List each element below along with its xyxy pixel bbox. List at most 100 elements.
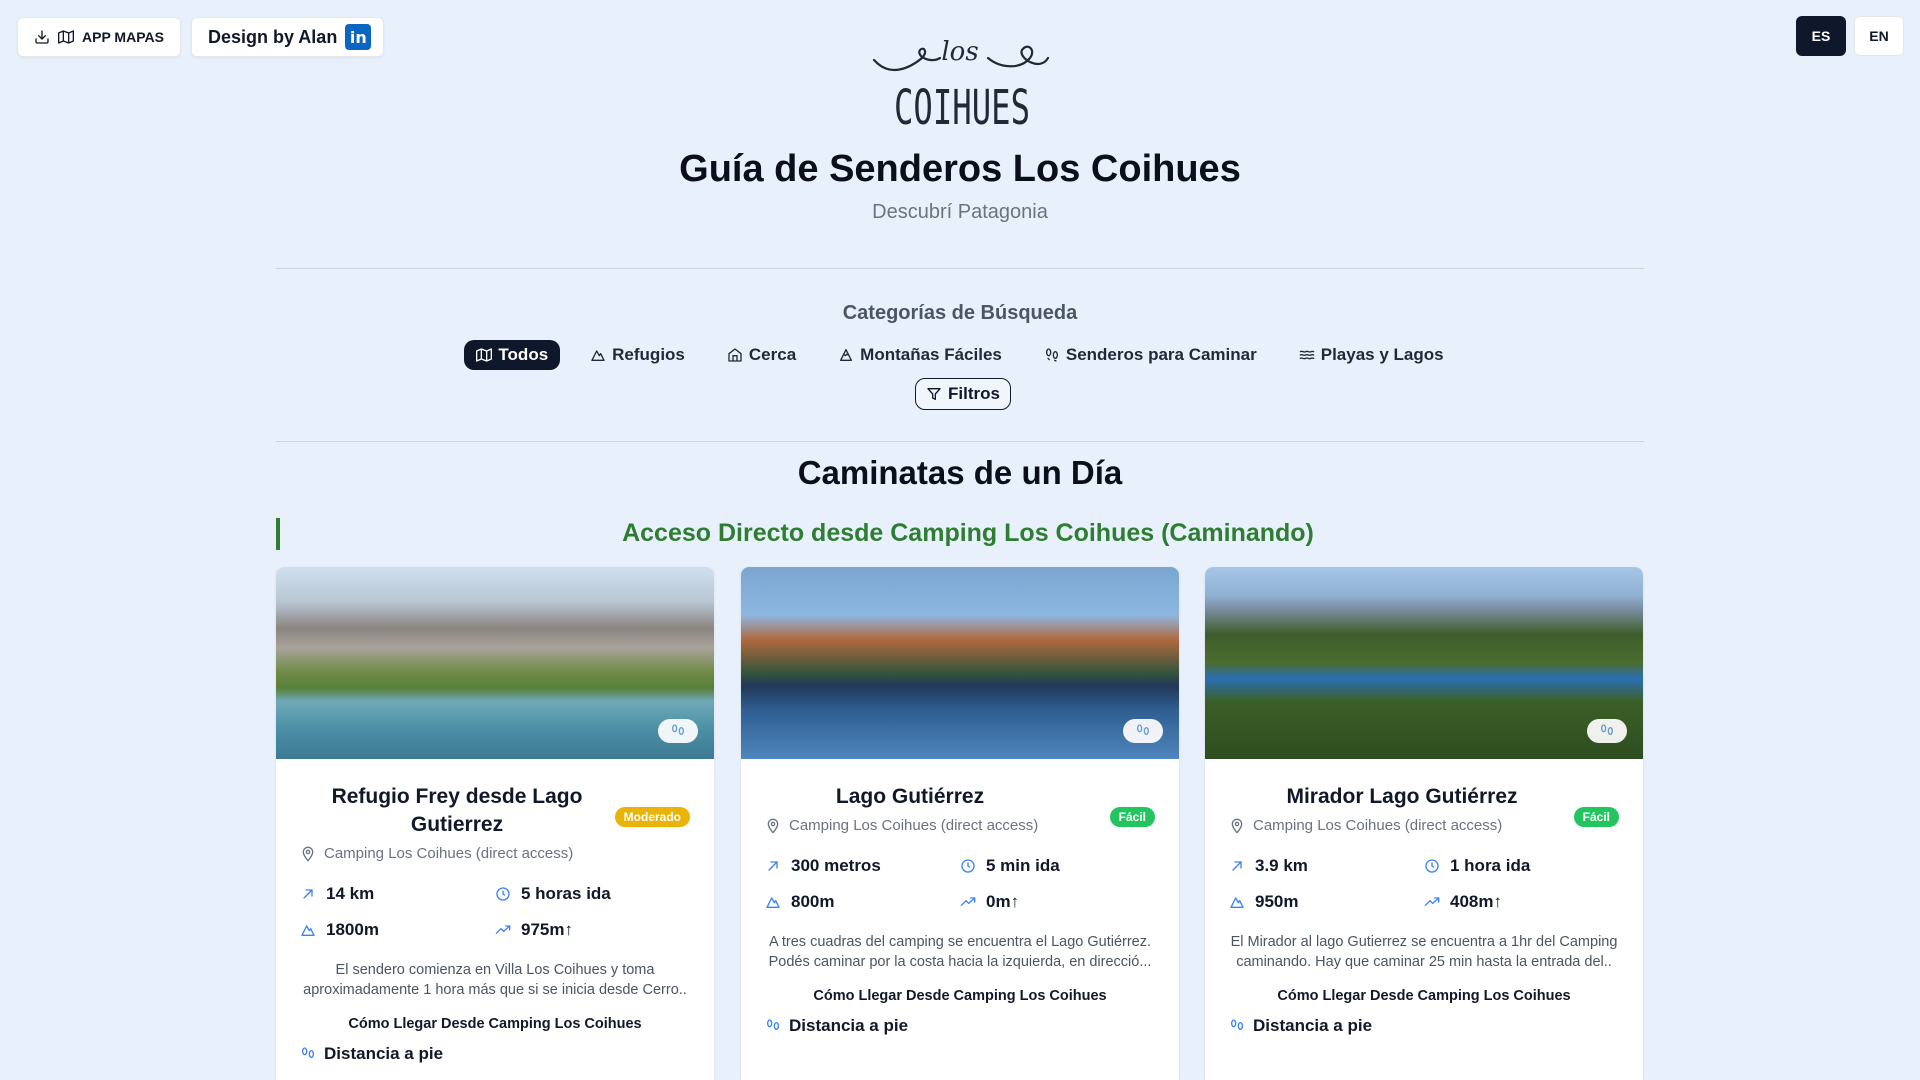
clock-icon xyxy=(961,859,975,873)
category-montanas-faciles[interactable]: Montañas Fáciles xyxy=(826,340,1014,370)
stat-distance: 300 metros xyxy=(765,856,960,876)
pin-icon xyxy=(767,818,779,834)
difficulty-badge: Fácil xyxy=(1109,807,1155,827)
footprints-icon xyxy=(1231,1019,1243,1030)
category-playas-lagos[interactable]: Playas y Lagos xyxy=(1287,340,1456,370)
mountain-icon xyxy=(1230,897,1244,908)
footprints-icon xyxy=(767,1019,779,1030)
download-icon xyxy=(35,30,49,44)
footprints-icon xyxy=(1601,724,1613,735)
waves-icon xyxy=(1299,350,1315,360)
stat-value: 975m↑ xyxy=(521,920,573,939)
stat-altitude: 800m xyxy=(765,892,960,912)
app-mapas-button[interactable]: APP MAPAS xyxy=(17,17,181,57)
stat-elevation: 0m↑ xyxy=(960,892,1155,912)
access-mode: Distancia a pie xyxy=(1205,1016,1643,1036)
stat-value: 300 metros xyxy=(791,856,881,875)
stat-elevation: 975m↑ xyxy=(495,920,690,940)
mountain-icon xyxy=(301,925,315,936)
trail-card[interactable]: Mirador Lago Gutiérrez Fácil Camping Los… xyxy=(1205,567,1643,1080)
trail-card[interactable]: Refugio Frey desde Lago Gutierrez Modera… xyxy=(276,567,714,1080)
stat-time: 1 hora ida xyxy=(1424,856,1619,876)
design-by-label: Design by Alan xyxy=(207,26,338,47)
arrow-up-right-icon xyxy=(768,861,778,871)
linkedin-icon: in xyxy=(345,24,372,50)
divider xyxy=(276,268,1644,269)
los-coihues-logo: los COIHUES xyxy=(872,37,1050,132)
footprints-icon xyxy=(302,1047,314,1058)
access-mode: Distancia a pie xyxy=(276,1044,714,1064)
category-refugios[interactable]: Refugios xyxy=(578,340,697,370)
language-switch: ES EN xyxy=(1796,16,1904,56)
mountain-snow-icon xyxy=(840,349,853,361)
clock-icon xyxy=(1425,859,1439,873)
stat-value: 0m↑ xyxy=(986,892,1020,911)
arrow-up-right-icon xyxy=(303,889,313,899)
access-mode: Distancia a pie xyxy=(741,1016,1179,1036)
pin-icon xyxy=(302,846,314,862)
category-cerca[interactable]: Cerca xyxy=(715,340,808,370)
stat-time: 5 min ida xyxy=(960,856,1155,876)
mountain-icon xyxy=(766,897,780,908)
stat-value: 1800m xyxy=(326,920,379,939)
trail-description: El sendero comienza en Villa Los Coihues… xyxy=(303,962,687,998)
lang-es-button[interactable]: ES xyxy=(1796,16,1846,56)
page-title: Guía de Senderos Los Coihues xyxy=(679,148,1241,190)
subsection-title: Acceso Directo desde Camping Los Coihues… xyxy=(622,519,1314,547)
stat-value: 408m↑ xyxy=(1450,892,1502,911)
difficulty-badge: Fácil xyxy=(1573,807,1619,827)
stat-value: 5 horas ida xyxy=(521,884,611,903)
page-subtitle: Descubrí Patagonia xyxy=(872,201,1048,223)
category-senderos[interactable]: Senderos para Caminar xyxy=(1032,340,1269,370)
stat-value: 1 hora ida xyxy=(1450,856,1531,875)
footprints-badge xyxy=(658,719,698,743)
stat-value: 5 min ida xyxy=(986,856,1060,875)
category-label: Playas y Lagos xyxy=(1320,345,1444,364)
location-text: Camping Los Coihues (direct access) xyxy=(1253,817,1503,834)
location-text: Camping Los Coihues (direct access) xyxy=(324,845,574,862)
stat-value: 14 km xyxy=(326,884,375,903)
card-header: Lago Gutiérrez Fácil xyxy=(741,783,1179,827)
location-text: Camping Los Coihues (direct access) xyxy=(789,817,1039,834)
category-todos[interactable]: Todos xyxy=(464,340,561,370)
stat-elevation: 408m↑ xyxy=(1424,892,1619,912)
stat-value: 950m xyxy=(1255,892,1299,911)
footprints-icon xyxy=(1137,724,1149,735)
arrow-up-right-icon xyxy=(1232,861,1242,871)
section-title: Caminatas de un Día xyxy=(797,454,1123,491)
design-by-button[interactable]: Design by Alan in xyxy=(190,17,385,57)
footprints-badge xyxy=(1587,719,1627,743)
stat-distance: 14 km xyxy=(300,884,495,904)
stat-value: 800m xyxy=(791,892,835,911)
stat-distance: 3.9 km xyxy=(1229,856,1424,876)
difficulty-badge: Moderado xyxy=(614,807,690,827)
app-mapas-label: APP MAPAS xyxy=(82,29,164,45)
howto-heading: Cómo Llegar Desde Camping Los Coihues xyxy=(1277,988,1571,1004)
trending-up-icon xyxy=(960,897,976,906)
category-label: Montañas Fáciles xyxy=(860,345,1002,364)
footprints-icon xyxy=(1045,348,1058,362)
category-label: Cerca xyxy=(748,345,797,364)
map-icon xyxy=(476,348,493,362)
trail-description: A tres cuadras del camping se encuentra … xyxy=(768,934,1152,970)
filters-label: Filtros xyxy=(948,384,1000,403)
access-text: Distancia a pie xyxy=(789,1016,909,1035)
trail-photo xyxy=(276,567,714,759)
trail-card[interactable]: Lago Gutiérrez Fácil Camping Los Coihues… xyxy=(741,567,1179,1080)
trail-stats: 14 km 5 horas ida 1800m 975m↑ xyxy=(276,884,714,940)
trail-photo xyxy=(1205,567,1643,759)
filters-button[interactable]: Filtros xyxy=(915,378,1011,410)
trail-photo xyxy=(741,567,1179,759)
top-left-actions: APP MAPAS Design by Alan in xyxy=(17,17,385,57)
home-icon xyxy=(728,348,742,362)
map-icon xyxy=(58,30,74,44)
category-bar: Todos Refugios Cerca Montañas Fáciles Se… xyxy=(0,340,1920,370)
trending-up-icon xyxy=(495,925,511,934)
access-text: Distancia a pie xyxy=(324,1044,444,1063)
stat-value: 3.9 km xyxy=(1255,856,1308,875)
access-text: Distancia a pie xyxy=(1253,1016,1373,1035)
lang-en-button[interactable]: EN xyxy=(1854,16,1904,56)
logo-main-text: COIHUES xyxy=(894,80,1030,132)
filter-icon xyxy=(927,388,941,400)
clock-icon xyxy=(496,887,510,901)
